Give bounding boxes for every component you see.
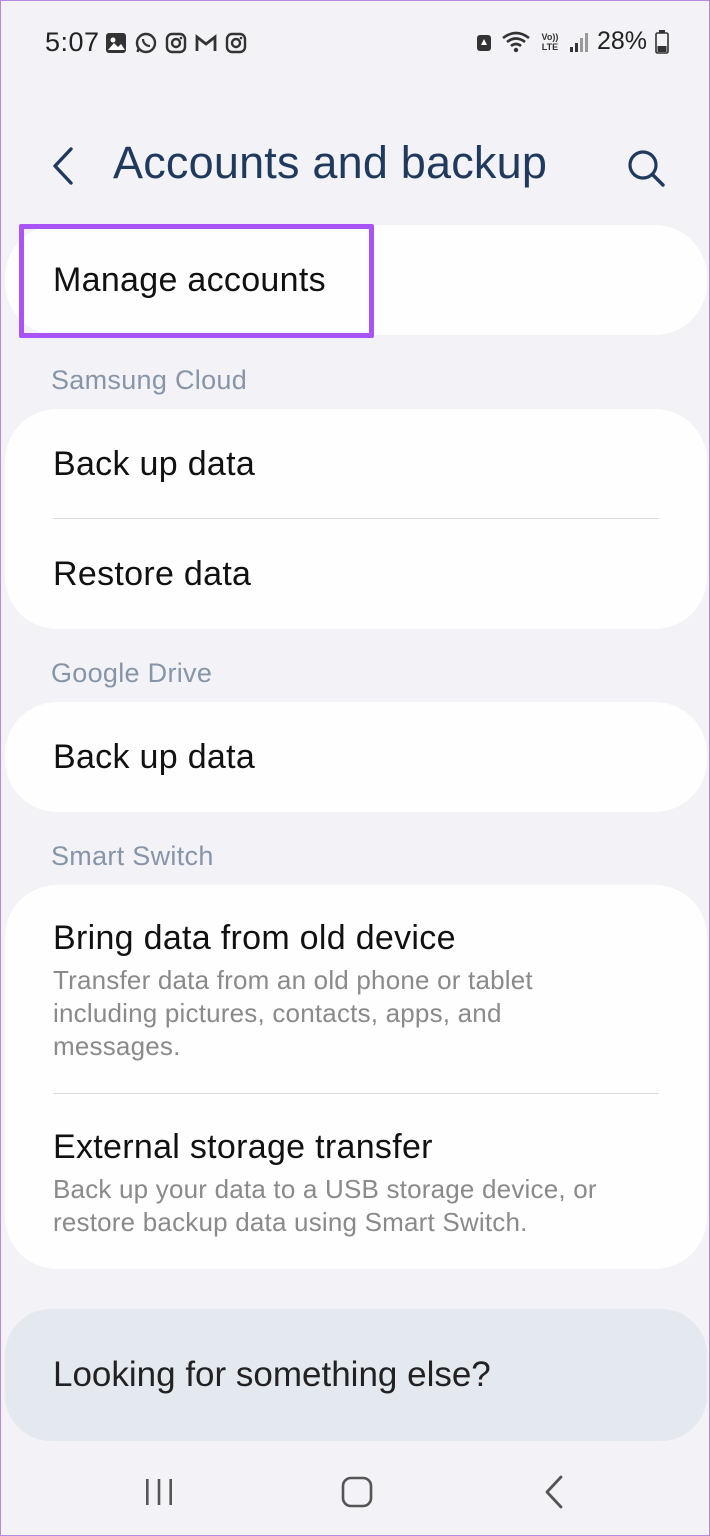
smart-switch-card: Bring data from old device Transfer data… [5,885,707,1269]
search-button[interactable] [621,143,671,193]
section-header-google-drive: Google Drive [51,658,213,688]
looking-for-something-label: Looking for something else? [53,1355,491,1394]
back-nav-button[interactable] [525,1467,585,1517]
navigation-bar [1,1447,710,1536]
battery-icon [655,29,669,54]
instagram-icon [165,32,187,54]
recent-apps-button[interactable] [129,1467,189,1517]
notification-icons [105,32,247,54]
samsung-cloud-card: Back up data Restore data [5,409,707,629]
page-title: Accounts and backup [113,137,548,188]
manage-accounts-item[interactable]: Manage accounts [5,225,707,300]
status-bar: 5:07 Vo)) LTE 28% [1,1,710,87]
samsung-backup-label: Back up data [53,445,256,483]
lock-icon [476,34,491,51]
status-time: 5:07 [45,27,100,57]
section-header-samsung-cloud: Samsung Cloud [51,365,248,395]
signal-icon [569,32,588,52]
looking-for-something-card[interactable]: Looking for something else? [5,1309,707,1441]
bring-data-item[interactable]: Bring data from old device Transfer data… [5,885,707,1093]
whatsapp-icon [135,32,157,54]
gmail-icon [195,34,217,51]
google-drive-card: Back up data [5,702,707,812]
back-button[interactable] [41,141,91,191]
samsung-restore-label: Restore data [53,555,252,593]
google-backup-item[interactable]: Back up data [5,702,707,777]
samsung-backup-item[interactable]: Back up data [5,409,707,519]
wifi-icon [502,31,530,52]
google-backup-label: Back up data [53,738,256,776]
external-storage-subtitle: Back up your data to a USB storage devic… [53,1174,597,1237]
home-button[interactable] [327,1467,387,1517]
external-storage-title: External storage transfer [53,1128,433,1166]
samsung-restore-item[interactable]: Restore data [5,519,707,629]
gallery-icon [106,33,126,53]
manage-accounts-label: Manage accounts [53,261,326,299]
instagram-icon [225,32,247,54]
bring-data-title: Bring data from old device [53,919,456,957]
bring-data-subtitle: Transfer data from an old phone or table… [53,965,533,1061]
app-header: Accounts and backup [1,111,710,221]
manage-accounts-card: Manage accounts [5,225,707,335]
battery-percent: 28% [596,27,647,55]
external-storage-item[interactable]: External storage transfer Back up your d… [5,1094,707,1269]
volte-icon: Vo)) LTE [541,31,559,52]
system-status-icons: Vo)) LTE 28% [475,27,669,56]
section-header-smart-switch: Smart Switch [51,841,214,871]
